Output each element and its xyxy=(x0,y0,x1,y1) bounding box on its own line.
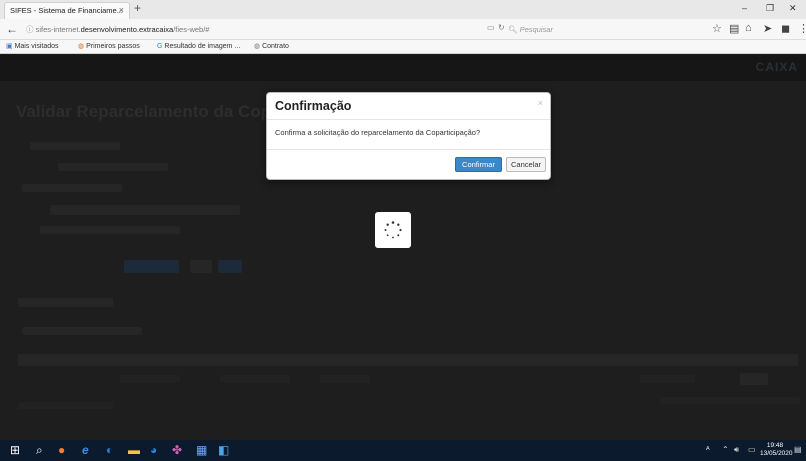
section-title xyxy=(18,298,113,307)
clock-date: 13/05/2020 xyxy=(760,450,793,457)
system-clock[interactable]: 19:48 13/05/2020 xyxy=(760,442,793,458)
form-label xyxy=(58,163,168,171)
chevron-up-icon[interactable]: ⌃ xyxy=(722,445,729,454)
table-action xyxy=(740,373,768,385)
table-cell xyxy=(320,375,370,383)
home-icon[interactable]: ⌂ xyxy=(745,22,752,34)
url-prefix: sifes-internet. xyxy=(35,25,81,34)
outlook-icon[interactable]: ◧ xyxy=(218,443,229,458)
page-title: Validar Reparcelamento da Copar xyxy=(16,102,288,121)
firefox-icon: ◍ xyxy=(78,43,87,50)
bookmarks-bar: ▣ Mais visitados ◍ Primeiros passos G Re… xyxy=(0,40,806,54)
page-button xyxy=(124,260,179,273)
minimize-icon[interactable]: – xyxy=(742,3,747,13)
menu-icon[interactable]: ⋮ xyxy=(798,22,806,35)
ie-icon[interactable]: e xyxy=(82,443,89,458)
url-domain: desenvolvimento.extracaixa xyxy=(80,25,174,34)
bookmark-most-visited[interactable]: ▣ Mais visitados xyxy=(6,40,59,53)
send-icon[interactable]: ➤ xyxy=(763,22,772,35)
spinner-icon xyxy=(384,221,402,239)
address-bar[interactable]: ⓘ sifes-internet.desenvolvimento.extraca… xyxy=(26,22,476,37)
close-icon[interactable]: × xyxy=(538,98,543,108)
browser-nav-bar: ← ⓘ sifes-internet.desenvolvimento.extra… xyxy=(0,19,806,40)
info-icon: ⓘ xyxy=(26,25,36,34)
search-input[interactable]: 🔍︎ Pesquisar xyxy=(508,22,678,37)
screen: SIFES - Sistema de Financiame... × + – ❐… xyxy=(0,0,806,461)
form-label xyxy=(22,184,122,192)
volume-icon[interactable]: 🔊︎ xyxy=(734,445,739,455)
search-placeholder: Pesquisar xyxy=(519,25,553,34)
notification-icon[interactable]: ▤ xyxy=(794,445,802,454)
tab-title: SIFES - Sistema de Financiame... xyxy=(10,6,123,15)
folder-icon: ▣ xyxy=(6,43,15,50)
form-label xyxy=(30,142,120,150)
page-button xyxy=(218,260,242,273)
globe-icon: ◍ xyxy=(254,43,263,50)
loading-spinner xyxy=(375,212,411,248)
form-field xyxy=(50,205,240,215)
edge-icon[interactable]: ◐ xyxy=(106,443,113,458)
bookmark-getting-started[interactable]: ◍ Primeiros passos xyxy=(78,40,140,53)
pagination-info xyxy=(18,402,113,409)
pagination xyxy=(660,397,800,404)
table-header xyxy=(18,354,798,366)
page-button xyxy=(190,260,212,273)
table-cell xyxy=(640,375,695,383)
calendar-icon[interactable]: ▦ xyxy=(196,443,207,458)
app-header: CAIXA xyxy=(0,55,806,81)
extension-icon[interactable]: ◼ xyxy=(781,22,790,35)
table-cell xyxy=(120,375,180,383)
battery-icon[interactable]: ▭ xyxy=(748,445,756,454)
divider xyxy=(267,149,550,150)
close-window-icon[interactable]: ✕ xyxy=(789,3,797,14)
reload-icon[interactable]: ↻ xyxy=(498,23,505,32)
bookmark-image-result[interactable]: G Resultado de imagem ... xyxy=(157,40,240,53)
brand-logo: CAIXA xyxy=(755,60,798,74)
filter-field xyxy=(22,327,142,335)
people-icon[interactable]: ◕ xyxy=(150,443,157,458)
bookmark-contract[interactable]: ◍ Contrato xyxy=(254,40,289,53)
url-path: /fies-web/# xyxy=(173,25,210,34)
people-tray-icon[interactable]: ᴬ xyxy=(706,445,710,454)
table-cell xyxy=(220,375,290,383)
back-arrow-icon[interactable]: ← xyxy=(6,22,18,36)
reader-view-icon[interactable]: ▭ xyxy=(487,23,495,32)
tab-close-icon[interactable]: × xyxy=(119,3,124,18)
browser-tab[interactable]: SIFES - Sistema de Financiame... × xyxy=(4,2,130,19)
dialog-message: Confirma a solicitação do reparcelamento… xyxy=(275,128,481,137)
clock-time: 19:48 xyxy=(766,442,784,449)
new-tab-icon[interactable]: + xyxy=(134,1,141,15)
firefox-icon[interactable]: ● xyxy=(58,443,65,458)
taskbar: ⊞ ⌕ ● e ◐ ▬ ◕ ✤ ▦ ◧ ᴬ ⌃ 🔊︎ ▭ 19:48 13/05… xyxy=(0,440,806,461)
confirmation-dialog: Confirmação × Confirma a solicitação do … xyxy=(266,92,551,180)
dialog-title: Confirmação xyxy=(275,99,352,113)
teams-icon[interactable]: ✤ xyxy=(172,443,182,458)
cancel-button[interactable]: Cancelar xyxy=(506,157,546,172)
windows-start-icon[interactable]: ⊞ xyxy=(10,443,20,458)
search-icon[interactable]: ⌕ xyxy=(36,443,43,458)
restore-icon[interactable]: ❐ xyxy=(766,3,774,14)
bookmark-star-icon[interactable]: ☆ xyxy=(712,22,722,35)
divider xyxy=(267,119,550,120)
confirm-button[interactable]: Confirmar xyxy=(455,157,502,172)
library-icon[interactable]: ▤ xyxy=(729,22,739,35)
form-label xyxy=(40,226,180,234)
browser-tab-bar: SIFES - Sistema de Financiame... × + – ❐… xyxy=(0,0,806,19)
file-explorer-icon[interactable]: ▬ xyxy=(128,443,140,458)
search-icon: 🔍︎ xyxy=(508,25,520,34)
